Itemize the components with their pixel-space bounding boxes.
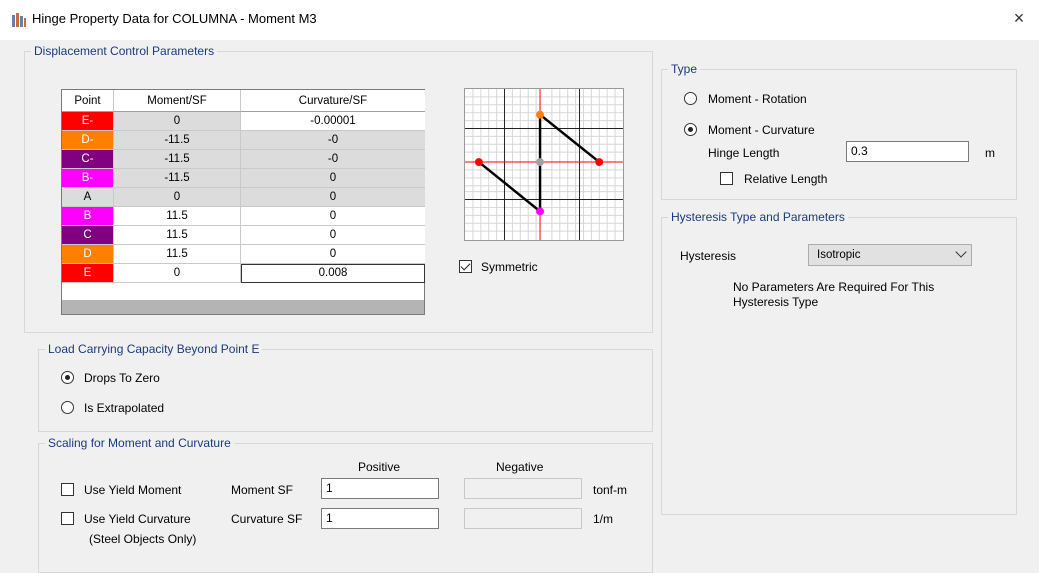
hinge-length-label: Hinge Length xyxy=(708,146,780,160)
table-footer xyxy=(62,300,424,314)
close-icon[interactable]: × xyxy=(1007,8,1031,29)
curvature-unit: 1/m xyxy=(593,512,614,526)
moment-cell[interactable]: 11.5 xyxy=(114,207,241,226)
load-capacity-group: Load Carrying Capacity Beyond Point E xyxy=(38,342,653,432)
point-cell: E xyxy=(62,264,114,283)
curvature-cell[interactable]: 0.008 xyxy=(241,264,425,283)
chevron-down-icon xyxy=(955,246,967,258)
curvature-sf-positive-input[interactable]: 1 xyxy=(321,508,439,529)
is-extrapolated-radio[interactable] xyxy=(61,401,74,414)
curvature-cell[interactable]: -0 xyxy=(241,150,425,169)
point-cell: E- xyxy=(62,112,114,131)
moment-cell[interactable]: -11.5 xyxy=(114,150,241,169)
displacement-group-title: Displacement Control Parameters xyxy=(31,44,218,58)
moment-sf-negative-input[interactable] xyxy=(464,478,582,499)
hinge-points-table: Point Moment/SF Curvature/SF E- 0 -0.00001… xyxy=(61,89,425,315)
point-cell: B xyxy=(62,207,114,226)
moment-cell[interactable]: 0 xyxy=(114,264,241,283)
point-cell: C- xyxy=(62,150,114,169)
col-header-curvature: Curvature/SF xyxy=(241,90,425,112)
type-group-title: Type xyxy=(668,62,701,76)
use-yield-moment-checkbox[interactable] xyxy=(61,483,74,496)
hysteresis-group-title: Hysteresis Type and Parameters xyxy=(668,210,848,224)
point-b-minus xyxy=(536,207,544,216)
positive-header: Positive xyxy=(358,460,401,474)
hysteresis-note-line1: No Parameters Are Required For This xyxy=(733,280,935,294)
hysteresis-select[interactable]: Isotropic xyxy=(808,244,972,266)
scaling-group-title: Scaling for Moment and Curvature xyxy=(45,436,234,450)
symmetric-label: Symmetric xyxy=(481,260,538,274)
point-a xyxy=(536,158,544,166)
point-cell: C xyxy=(62,226,114,245)
point-d xyxy=(536,110,544,119)
hinge-length-input[interactable]: 0.3 xyxy=(846,141,969,162)
point-e-minus xyxy=(474,158,483,166)
moment-sf-positive-input[interactable]: 1 xyxy=(321,478,439,499)
app-icon xyxy=(12,13,26,27)
point-cell: D- xyxy=(62,131,114,150)
moment-cell[interactable]: 0 xyxy=(114,188,241,207)
curvature-cell[interactable]: 0 xyxy=(241,245,425,264)
is-extrapolated-label: Is Extrapolated xyxy=(84,401,165,415)
symmetric-checkbox[interactable] xyxy=(459,260,472,273)
moment-rotation-label: Moment - Rotation xyxy=(708,92,807,106)
use-yield-curvature-label: Use Yield Curvature xyxy=(84,512,191,526)
curvature-sf-negative-input[interactable] xyxy=(464,508,582,529)
drops-to-zero-label: Drops To Zero xyxy=(84,371,160,385)
point-cell: B- xyxy=(62,169,114,188)
col-header-point: Point xyxy=(62,90,114,112)
hysteresis-label: Hysteresis xyxy=(680,249,737,263)
moment-cell[interactable]: -11.5 xyxy=(114,131,241,150)
curvature-cell[interactable]: 0 xyxy=(241,207,425,226)
curvature-sf-label: Curvature SF xyxy=(231,512,303,526)
moment-curvature-radio[interactable] xyxy=(684,123,697,136)
hinge-curve-plot xyxy=(464,88,624,241)
curvature-cell[interactable]: -0 xyxy=(241,131,425,150)
moment-unit: tonf-m xyxy=(593,483,628,497)
hinge-length-unit: m xyxy=(985,146,995,160)
relative-length-checkbox[interactable] xyxy=(720,172,733,185)
drops-to-zero-radio[interactable] xyxy=(61,371,74,384)
negative-header: Negative xyxy=(496,460,544,474)
steel-objects-note: (Steel Objects Only) xyxy=(89,532,197,546)
use-yield-moment-label: Use Yield Moment xyxy=(84,483,182,497)
moment-cell[interactable]: 11.5 xyxy=(114,226,241,245)
relative-length-label: Relative Length xyxy=(744,172,828,186)
hysteresis-note-line2: Hysteresis Type xyxy=(733,295,819,309)
window-title: Hinge Property Data for COLUMNA - Moment… xyxy=(32,11,317,26)
moment-cell[interactable]: 0 xyxy=(114,112,241,131)
point-e xyxy=(595,158,604,166)
load-capacity-group-title: Load Carrying Capacity Beyond Point E xyxy=(45,342,263,356)
moment-cell[interactable]: 11.5 xyxy=(114,245,241,264)
moment-curvature-label: Moment - Curvature xyxy=(708,123,815,137)
moment-sf-label: Moment SF xyxy=(231,483,294,497)
curvature-cell[interactable]: 0 xyxy=(241,169,425,188)
curvature-cell[interactable]: -0.00001 xyxy=(241,112,425,131)
col-header-moment: Moment/SF xyxy=(114,90,241,112)
use-yield-curvature-checkbox[interactable] xyxy=(61,512,74,525)
curvature-cell[interactable]: 0 xyxy=(241,226,425,245)
hysteresis-select-value: Isotropic xyxy=(817,249,861,261)
point-cell: A xyxy=(62,188,114,207)
curvature-cell[interactable]: 0 xyxy=(241,188,425,207)
point-cell: D xyxy=(62,245,114,264)
moment-cell[interactable]: -11.5 xyxy=(114,169,241,188)
moment-rotation-radio[interactable] xyxy=(684,92,697,105)
